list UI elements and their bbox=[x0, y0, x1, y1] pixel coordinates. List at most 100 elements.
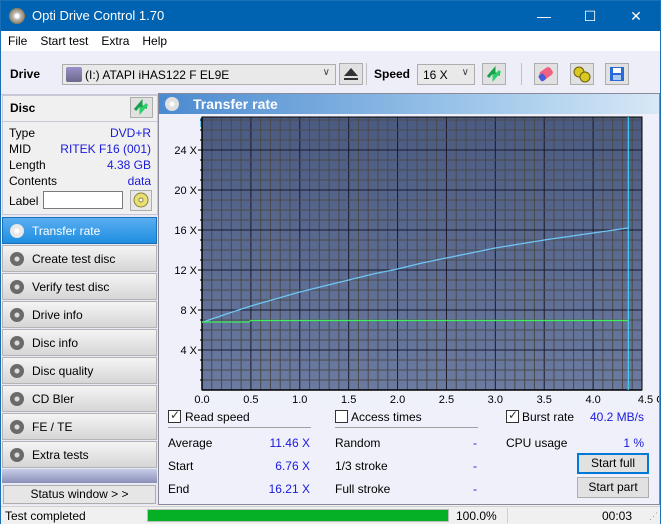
save-button[interactable] bbox=[605, 63, 629, 85]
nav-transfer-rate[interactable]: Transfer rate bbox=[2, 217, 157, 244]
nav-verify-test-disc[interactable]: Verify test disc bbox=[2, 273, 157, 300]
x-tick-label: 0.0 bbox=[194, 394, 209, 406]
refresh-drive-button[interactable] bbox=[482, 63, 506, 85]
y-tick-label: 20 X bbox=[174, 185, 197, 197]
status-window-button[interactable]: Status window > > bbox=[3, 485, 156, 504]
settings-button[interactable] bbox=[570, 63, 594, 85]
start-part-button[interactable]: Start part bbox=[577, 477, 649, 498]
speed-select[interactable]: 16 X ∨ bbox=[417, 64, 475, 85]
fe-te-icon bbox=[10, 420, 24, 434]
toolbar-divider bbox=[366, 63, 367, 85]
y-tick-label: 8 X bbox=[180, 305, 197, 317]
app-window: Opti Drive Control 1.70 — ☐ ✕ File Start … bbox=[0, 0, 661, 524]
menu-file[interactable]: File bbox=[1, 31, 33, 48]
drive-select-value: (I:) ATAPI iHAS122 F EL9E bbox=[85, 68, 230, 82]
disc-type-label: Type bbox=[9, 126, 36, 140]
erase-button[interactable] bbox=[534, 63, 558, 85]
transfer-rate-icon bbox=[10, 224, 24, 238]
menu-start-test[interactable]: Start test bbox=[33, 31, 94, 48]
nav-create-test-disc[interactable]: Create test disc bbox=[2, 245, 157, 272]
minimize-button[interactable]: — bbox=[521, 1, 567, 31]
nav-label: FE / TE bbox=[32, 420, 73, 434]
chevron-down-icon: ∨ bbox=[461, 67, 469, 78]
app-disc-icon bbox=[9, 8, 25, 24]
burst-rate-value: 40.2 MB/s bbox=[589, 410, 644, 424]
progress-fill bbox=[148, 510, 448, 521]
section-title: Transfer rate bbox=[193, 96, 278, 112]
transfer-rate-icon bbox=[165, 97, 179, 111]
average-value: 11.46 X bbox=[269, 436, 310, 450]
disc-type-value: DVD+R bbox=[109, 126, 151, 140]
y-tick-label: 24 X bbox=[174, 145, 197, 157]
drive-icon bbox=[66, 67, 82, 82]
status-divider bbox=[507, 508, 508, 523]
verify-test-disc-icon bbox=[10, 280, 24, 294]
create-test-disc-icon bbox=[10, 252, 24, 266]
window-title: Opti Drive Control 1.70 bbox=[32, 8, 165, 23]
menu-bar: File Start test Extra Help bbox=[1, 31, 660, 51]
resize-grip-icon[interactable]: ⋰ bbox=[649, 511, 658, 522]
x-tick-label: 4.0 bbox=[585, 394, 600, 406]
nav-extra-tests[interactable]: Extra tests bbox=[2, 441, 157, 468]
speed-label: Speed bbox=[374, 67, 411, 81]
nav-disc-quality[interactable]: Disc quality bbox=[2, 357, 157, 384]
x-tick-label: 3.0 bbox=[488, 394, 503, 406]
x-tick-label: 2.5 bbox=[439, 394, 454, 406]
nav-drive-info[interactable]: Drive info bbox=[2, 301, 157, 328]
disc-length-value: 4.38 GB bbox=[106, 158, 151, 172]
menu-help[interactable]: Help bbox=[135, 31, 173, 48]
settings-icon bbox=[573, 66, 591, 83]
eraser-icon bbox=[538, 67, 553, 82]
start-value: 6.76 X bbox=[275, 459, 310, 473]
full-stroke-label: Full stroke bbox=[335, 482, 391, 496]
close-button[interactable]: ✕ bbox=[613, 1, 659, 31]
disc-contents-label: Contents bbox=[9, 174, 58, 188]
drive-select[interactable]: (I:) ATAPI iHAS122 F EL9E ∨ bbox=[62, 64, 336, 85]
x-tick-label: 0.5 bbox=[243, 394, 258, 406]
nav-label: Transfer rate bbox=[32, 224, 101, 238]
read-speed-divider bbox=[168, 427, 311, 428]
nav-fe-te[interactable]: FE / TE bbox=[2, 413, 157, 440]
extra-tests-icon bbox=[10, 448, 24, 462]
x-tick-label: 4.5 GB bbox=[638, 394, 659, 406]
disc-refresh-button[interactable] bbox=[130, 97, 153, 118]
nav-disc-info[interactable]: Disc info bbox=[2, 329, 157, 356]
progress-text: 100.0% bbox=[456, 509, 497, 523]
nav-label: Verify test disc bbox=[32, 280, 110, 294]
x-tick-label: 1.5 bbox=[341, 394, 356, 406]
y-tick-label: 4 X bbox=[180, 345, 197, 357]
read-speed-checkbox[interactable] bbox=[168, 408, 181, 423]
y-tick-label: 12 X bbox=[174, 265, 197, 277]
disc-label-input[interactable] bbox=[43, 191, 123, 209]
start-full-button[interactable]: Start full bbox=[577, 453, 649, 474]
access-times-checkbox[interactable] bbox=[335, 410, 348, 423]
nav-cd-bler[interactable]: CD Bler bbox=[2, 385, 157, 412]
refresh-icon bbox=[133, 98, 149, 116]
cpu-usage-value: 1 % bbox=[623, 436, 644, 450]
transfer-rate-chart: Read speed RPM 4 X8 X12 X16 X20 X24 X0.0… bbox=[174, 116, 659, 406]
drive-label: Drive bbox=[10, 67, 41, 81]
full-stroke-value: - bbox=[473, 482, 477, 496]
burst-rate-checkbox[interactable] bbox=[506, 408, 519, 423]
eject-button[interactable] bbox=[339, 63, 363, 85]
start-label: Start bbox=[168, 459, 194, 473]
title-bar: Opti Drive Control 1.70 — ☐ ✕ bbox=[1, 1, 660, 31]
one-third-stroke-label: 1/3 stroke bbox=[335, 459, 388, 473]
toolbar-divider bbox=[521, 63, 522, 85]
speed-select-value: 16 X bbox=[423, 68, 448, 82]
nav-label: Extra tests bbox=[32, 448, 89, 462]
cd-bler-icon bbox=[10, 392, 24, 406]
cpu-usage-label: CPU usage bbox=[506, 436, 568, 450]
disc-label-button[interactable] bbox=[130, 190, 152, 211]
maximize-button[interactable]: ☐ bbox=[567, 1, 613, 31]
refresh-icon bbox=[486, 65, 502, 83]
random-value: - bbox=[473, 436, 477, 450]
average-label: Average bbox=[168, 436, 213, 450]
disc-label-label: Label bbox=[9, 194, 39, 208]
progress-bar bbox=[147, 509, 449, 522]
plot-background bbox=[202, 117, 642, 390]
nav-label: Create test disc bbox=[32, 252, 116, 266]
nav-label: Drive info bbox=[32, 308, 83, 322]
one-third-stroke-value: - bbox=[473, 459, 477, 473]
menu-extra[interactable]: Extra bbox=[94, 31, 135, 48]
